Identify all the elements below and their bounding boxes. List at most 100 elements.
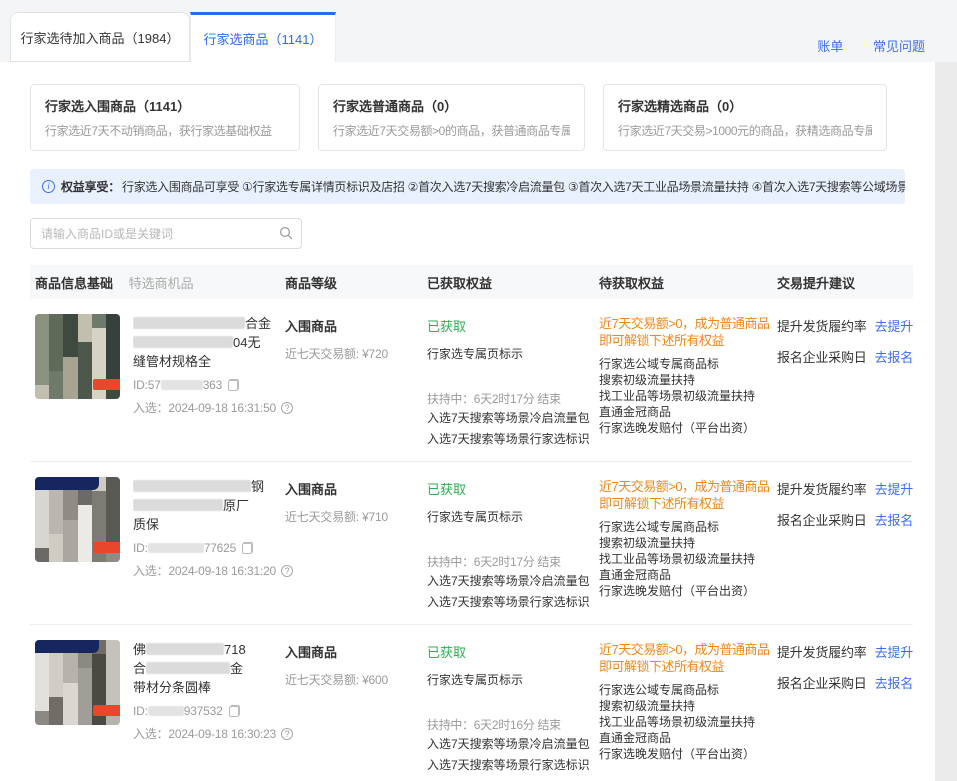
search-box [30, 218, 302, 249]
product-thumbnail[interactable] [35, 477, 120, 562]
pending-cell: 近7天交易额>0，成为普通商品即可解锁下述所有权益行家选公域专属商品标搜索初级流… [599, 477, 777, 612]
product-info-cell: 合金04无缝管材规格全ID: 57363入选：2024-09-18 16:31:… [35, 314, 285, 449]
notice-text: 行家选入围商品可享受 ①行家选专属详情页标识及店招 ②首次入选7天搜索冷启流量包… [122, 178, 905, 195]
product-title[interactable]: 合金04无缝管材规格全 [133, 314, 283, 371]
censored-text [146, 662, 230, 674]
pending-item: 行家选晚发赔付（平台出资） [599, 746, 777, 762]
tab-selected-opportunity[interactable]: 特选商机品 [129, 276, 194, 291]
product-id: ID: 57363 [133, 378, 283, 392]
table-row: 钢原厂质保ID: 77625入选：2024-09-18 16:31:20?入围商… [30, 462, 913, 625]
copy-icon[interactable] [228, 380, 238, 391]
product-title-line: 合金 [133, 659, 283, 678]
copy-icon[interactable] [242, 543, 252, 554]
support-timer: 扶持中：6天2时16分 结束 [427, 716, 599, 733]
product-id-label: ID: [133, 378, 148, 392]
search-icon[interactable] [279, 226, 293, 240]
pending-headline: 近7天交易额>0，成为普通商品即可解锁下述所有权益 [599, 478, 775, 512]
card-desc: 行家选近7天交易额>0的商品，获普通商品专属权益 [333, 122, 570, 139]
suggestion-item: 提升发货履约率去提升 [777, 479, 913, 498]
link-bill[interactable]: 账单 [817, 39, 843, 54]
card-desc: 行家选近7天交易>1000元的商品，获精选商品专属权益 [618, 122, 872, 139]
suggestion-item: 报名企业采购日去报名 [777, 510, 913, 529]
thumbnail-banner [35, 477, 99, 490]
suggestion-link[interactable]: 去报名 [875, 513, 913, 528]
enlist-time-text: 入选：2024-09-18 16:30:23 [133, 725, 276, 742]
pending-item: 找工业品等场景初级流量扶持 [599, 551, 777, 567]
censored-text [148, 543, 204, 553]
suggestions-cell: 提升发货履约率去提升报名企业采购日去报名 [777, 640, 913, 775]
topbar: 行家选待加入商品（1984） 行家选商品（1141） 账单 常见问题 [0, 0, 957, 62]
product-title[interactable]: 钢原厂质保 [133, 477, 283, 534]
suggestion-text: 报名企业采购日 [777, 350, 867, 365]
tab-product-info-basic[interactable]: 商品信息基础 [35, 276, 113, 291]
acquired-status: 已获取 [427, 479, 599, 498]
grade-amount: 近七天交易额: ¥720 [285, 345, 427, 362]
product-title-line: 带材分条圆棒 [133, 678, 283, 697]
summary-card-shortlisted[interactable]: 行家选入围商品（1141） 行家选近7天不动销商品，获行家选基础权益 [30, 84, 300, 151]
pending-item: 直通金冠商品 [599, 404, 777, 420]
suggestion-text: 报名企业采购日 [777, 676, 867, 691]
thumbnail-tag [93, 542, 120, 553]
pending-item: 搜索初级流量扶持 [599, 372, 777, 388]
suggestion-link[interactable]: 去提升 [875, 319, 913, 334]
products-table: 商品信息基础 特选商机品 商品等级 已获取权益 待获取权益 交易提升建议 合金0… [30, 265, 913, 781]
suggestion-item: 提升发货履约率去提升 [777, 642, 913, 661]
pending-item: 行家选晚发赔付（平台出资） [599, 420, 777, 436]
product-title[interactable]: 佛718合金带材分条圆棒 [133, 640, 283, 697]
summary-card-featured[interactable]: 行家选精选商品（0） 行家选近7天交易>1000元的商品，获精选商品专属权益 [603, 84, 887, 151]
support-item: 入选7天搜索等场景冷启流量包 [427, 572, 599, 591]
suggestion-link[interactable]: 去提升 [875, 645, 913, 660]
scrollbar-track[interactable] [935, 62, 957, 781]
suggestion-link[interactable]: 去提升 [875, 482, 913, 497]
pending-item: 行家选公域专属商品标 [599, 356, 777, 372]
table-body: 合金04无缝管材规格全 ID: 57363 入选：2024-09-18 16:31:… [30, 299, 913, 781]
suggestions-cell: 提升发货履约率去提升报名企业采购日去报名 [777, 477, 913, 612]
pending-headline: 近7天交易额>0，成为普通商品即可解锁下述所有权益 [599, 641, 775, 675]
suggestion-text: 提升发货履约率 [777, 319, 867, 334]
card-desc: 行家选近7天不动销商品，获行家选基础权益 [45, 122, 285, 139]
col-header-trade-suggestions: 交易提升建议 [777, 273, 913, 292]
product-title-line: 钢 [133, 477, 283, 496]
copy-icon[interactable] [229, 706, 239, 717]
benefit-notice: i 权益享受： 行家选入围商品可享受 ①行家选专属详情页标识及店招 ②首次入选7… [30, 169, 905, 204]
grade-cell: 入围商品近七天交易额: ¥720 [285, 314, 427, 449]
tab-selected-products[interactable]: 行家选商品（1141） [190, 12, 336, 62]
thumbnail-tag [93, 705, 120, 716]
censored-text [148, 706, 184, 716]
card-title: 行家选入围商品（1141） [45, 96, 285, 115]
tab-pending-products[interactable]: 行家选待加入商品（1984） [10, 12, 190, 62]
grade-amount: 近七天交易额: ¥710 [285, 508, 427, 525]
link-faq[interactable]: 常见问题 [873, 39, 925, 54]
product-title-line: 04无 [133, 333, 283, 352]
col-header-pending-benefits: 待获取权益 [599, 273, 777, 292]
suggestion-link[interactable]: 去报名 [875, 676, 913, 691]
top-links: 账单 常见问题 [791, 36, 925, 55]
product-id-label: ID: [133, 541, 148, 555]
summary-card-normal[interactable]: 行家选普通商品（0） 行家选近7天交易额>0的商品，获普通商品专属权益 [318, 84, 585, 151]
pending-item: 行家选公域专属商品标 [599, 519, 777, 535]
col-header-acquired-benefits: 已获取权益 [427, 273, 599, 292]
pending-item: 搜索初级流量扶持 [599, 535, 777, 551]
censored-text [133, 480, 251, 492]
grade-cell: 入围商品近七天交易额: ¥600 [285, 640, 427, 775]
suggestion-link[interactable]: 去报名 [875, 350, 913, 365]
suggestion-item: 报名企业采购日去报名 [777, 673, 913, 692]
enlist-time: 入选：2024-09-18 16:31:20? [133, 562, 283, 579]
acquired-cell: 已获取行家选专属页标示扶持中：6天2时17分 结束入选7天搜索等场景冷启流量包入… [427, 314, 599, 449]
product-title-line: 佛718 [133, 640, 283, 659]
grade-amount: 近七天交易额: ¥600 [285, 671, 427, 688]
support-timer: 扶持中：6天2时17分 结束 [427, 553, 599, 570]
product-thumbnail[interactable] [35, 314, 120, 399]
product-info-cell: 钢原厂质保ID: 77625入选：2024-09-18 16:31:20? [35, 477, 285, 612]
censored-text [133, 336, 233, 348]
support-item: 入选7天搜索等场景冷启流量包 [427, 409, 599, 428]
suggestion-text: 提升发货履约率 [777, 645, 867, 660]
product-text-block: 佛718合金带材分条圆棒 ID: 937532 入选：2024-09-18 16:3… [133, 640, 283, 775]
suggestion-text: 报名企业采购日 [777, 513, 867, 528]
censored-text [146, 643, 224, 655]
search-input[interactable] [30, 218, 302, 249]
product-id: ID: 937532 [133, 704, 283, 718]
product-thumbnail[interactable] [35, 640, 120, 725]
censored-text [161, 380, 203, 390]
grade-cell: 入围商品近七天交易额: ¥710 [285, 477, 427, 612]
